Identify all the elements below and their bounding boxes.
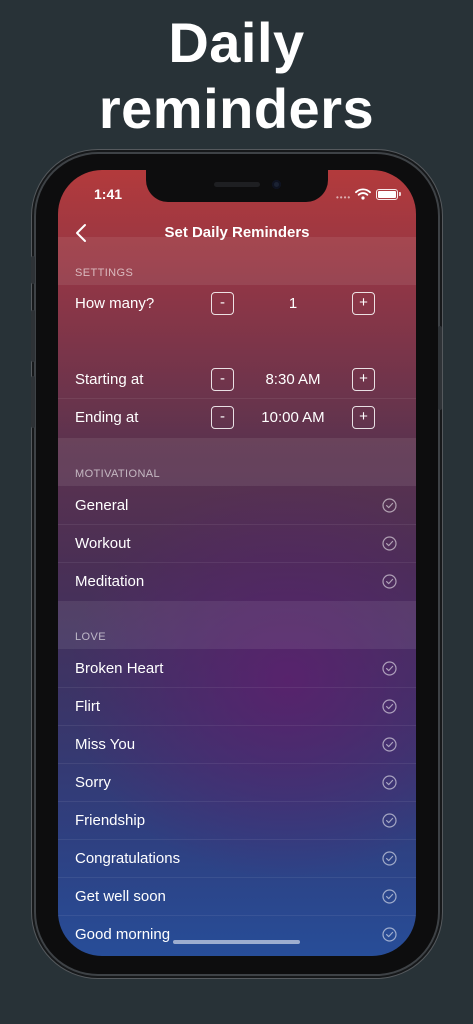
item-label: Meditation xyxy=(75,573,145,590)
increment-button[interactable]: + xyxy=(352,292,375,315)
promo-title-line-1: Daily xyxy=(168,11,305,74)
item-label: Congratulations xyxy=(75,850,181,867)
front-camera xyxy=(272,180,281,189)
item-label: Sorry xyxy=(75,774,111,791)
list-item[interactable]: Sorry xyxy=(58,764,416,802)
item-label: Flirt xyxy=(75,698,100,715)
list-item[interactable]: Broken Heart xyxy=(58,650,416,688)
promo-title-line-2: reminders xyxy=(98,77,375,140)
checkmark-circle-icon xyxy=(382,813,397,828)
checkmark-circle-icon xyxy=(382,498,397,513)
stepper-value: 1 xyxy=(288,295,298,312)
decrement-button[interactable]: - xyxy=(211,368,234,391)
section-header-motivational: MOTIVATIONAL xyxy=(58,438,416,486)
earpiece-speaker xyxy=(214,182,260,187)
mute-switch xyxy=(31,256,35,284)
section-title: SETTINGS xyxy=(75,267,134,279)
list-item[interactable]: Congratulations xyxy=(58,840,416,878)
list-item[interactable]: Miss You xyxy=(58,726,416,764)
checkmark-circle-icon xyxy=(382,851,397,866)
list-item[interactable]: Flirt xyxy=(58,688,416,726)
promo-title: Daily reminders xyxy=(0,10,473,142)
increment-button[interactable]: + xyxy=(352,406,375,429)
status-icons: •••• xyxy=(336,188,401,202)
home-indicator[interactable] xyxy=(173,940,300,944)
item-label: Broken Heart xyxy=(75,660,164,677)
signal-icon: •••• xyxy=(336,193,352,202)
list-item[interactable]: Workout xyxy=(58,525,416,563)
battery-tip xyxy=(399,192,401,196)
item-label: Friendship xyxy=(75,812,146,829)
stepper-value: 10:00 AM xyxy=(261,409,325,426)
setting-row-starting-at: Starting at - 8:30 AM + xyxy=(58,361,416,399)
checkmark-circle-icon xyxy=(382,927,397,942)
item-label: Workout xyxy=(75,535,131,552)
list-item[interactable]: Good morning xyxy=(58,916,416,954)
decrement-button[interactable]: - xyxy=(211,406,234,429)
wifi-icon xyxy=(355,188,371,200)
section-header-love: LOVE xyxy=(58,601,416,649)
setting-row-how-many: How many? - 1 + xyxy=(58,285,416,323)
row-label: Ending at xyxy=(75,409,139,426)
checkmark-circle-icon xyxy=(382,775,397,790)
item-label: Miss You xyxy=(75,736,136,753)
checkmark-circle-icon xyxy=(382,574,397,589)
list-item[interactable]: Meditation xyxy=(58,563,416,601)
list-item[interactable]: Get well soon xyxy=(58,878,416,916)
volume-up-button xyxy=(31,310,35,362)
checkmark-circle-icon xyxy=(382,536,397,551)
checkmark-circle-icon xyxy=(382,699,397,714)
item-label: General xyxy=(75,497,129,514)
checkmark-circle-icon xyxy=(382,737,397,752)
section-title: MOTIVATIONAL xyxy=(75,468,161,480)
checkmark-circle-icon xyxy=(382,889,397,904)
row-label: Starting at xyxy=(75,371,144,388)
list-item[interactable]: Friendship xyxy=(58,802,416,840)
status-time: 1:41 xyxy=(94,186,123,202)
increment-button[interactable]: + xyxy=(352,368,375,391)
volume-down-button xyxy=(31,376,35,428)
item-label: Get well soon xyxy=(75,888,166,905)
row-label: How many? xyxy=(75,295,155,312)
stepper-value: 8:30 AM xyxy=(265,371,321,388)
list-item[interactable]: General xyxy=(58,487,416,525)
item-label: Good morning xyxy=(75,926,171,943)
power-button xyxy=(438,326,442,410)
battery-icon xyxy=(376,189,398,200)
section-title: LOVE xyxy=(75,631,106,643)
setting-row-ending-at: Ending at - 10:00 AM + xyxy=(58,399,416,437)
checkmark-circle-icon xyxy=(382,661,397,676)
section-header-settings: SETTINGS xyxy=(58,237,416,285)
decrement-button[interactable]: - xyxy=(211,292,234,315)
